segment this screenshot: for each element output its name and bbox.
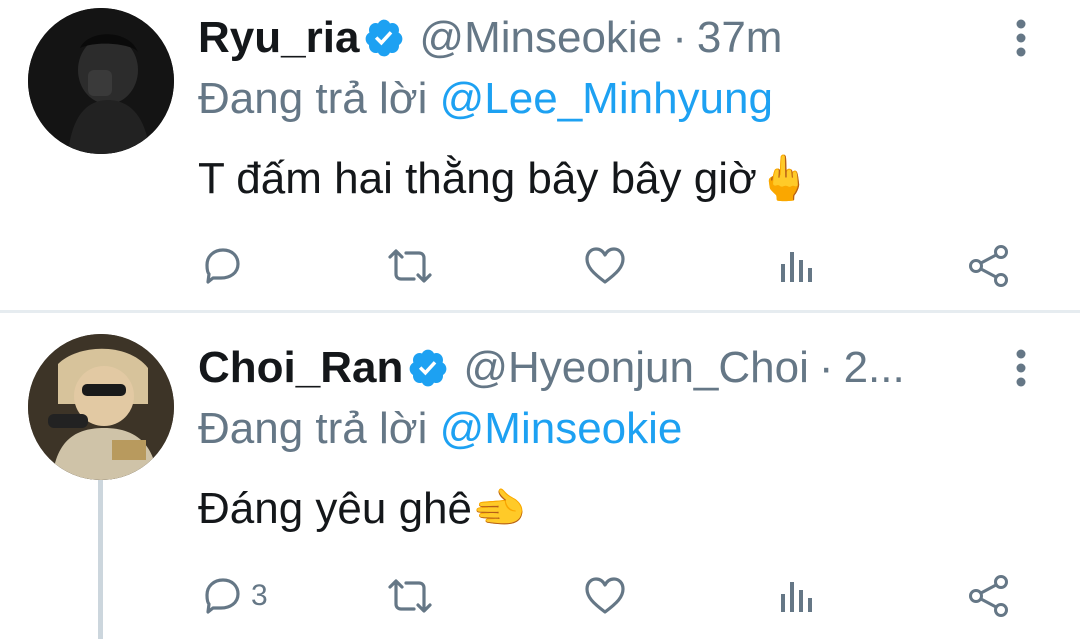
reply-count: 3 <box>251 579 268 612</box>
retweet-button[interactable] <box>386 578 434 614</box>
analytics-icon <box>781 582 812 612</box>
retweet-icon <box>388 249 432 283</box>
like-icon <box>585 577 625 614</box>
tweet-body: Đáng yêu ghê <box>198 484 472 533</box>
share-icon <box>969 575 1008 617</box>
analytics-button[interactable] <box>778 248 814 284</box>
separator-dot: · <box>818 343 834 392</box>
more-vertical-icon[interactable] <box>1010 348 1032 388</box>
tweet-text: T đấm hai thằng bây bây giờ🖕 <box>198 152 812 204</box>
user-handle[interactable]: @Hyeonjun_Choi <box>463 343 809 393</box>
tweet-header: Ryu_ria @Minseokie · 37m <box>198 8 782 68</box>
mention-link[interactable]: @Lee_Minhyung <box>440 74 773 123</box>
avatar[interactable] <box>28 8 174 154</box>
tweet-text: Đáng yêu ghê🫲 <box>198 482 527 534</box>
tweet-body: T đấm hai thằng bây bây giờ <box>198 154 757 203</box>
tweet-2[interactable]: Choi_Ran @Hyeonjun_Choi · 2... Đang trả … <box>0 312 1080 639</box>
like-button[interactable] <box>583 246 627 286</box>
replying-to: Đang trả lời @Minseokie <box>198 404 682 454</box>
like-button[interactable] <box>583 576 627 616</box>
emoji: 🖕 <box>756 154 812 203</box>
verified-badge-icon <box>366 19 403 57</box>
display-name[interactable]: Ryu_ria <box>198 13 359 63</box>
share-button[interactable] <box>968 574 1010 618</box>
reply-icon <box>205 248 240 284</box>
tweet-1[interactable]: Ryu_ria @Minseokie · 37m Đang trả lời @L… <box>0 0 1080 312</box>
analytics-button[interactable] <box>778 578 814 614</box>
retweet-icon <box>388 579 432 613</box>
more-vertical-icon[interactable] <box>1010 18 1032 58</box>
avatar[interactable] <box>28 334 174 480</box>
user-handle[interactable]: @Minseokie <box>419 13 662 63</box>
retweet-button[interactable] <box>386 248 434 284</box>
like-icon <box>585 247 625 284</box>
analytics-icon <box>781 252 812 282</box>
reply-icon <box>205 578 240 614</box>
mention-link[interactable]: @Minseokie <box>440 404 683 453</box>
display-name[interactable]: Choi_Ran <box>198 343 403 393</box>
share-icon <box>969 245 1008 287</box>
replying-to-label: Đang trả lời <box>198 404 428 453</box>
replying-to-label: Đang trả lời <box>198 74 428 123</box>
emoji: 🫲 <box>472 484 527 533</box>
share-button[interactable] <box>968 244 1010 288</box>
separator-dot: · <box>672 13 687 62</box>
timestamp[interactable]: 2... <box>844 343 905 393</box>
tweet-header: Choi_Ran @Hyeonjun_Choi · 2... <box>198 338 905 398</box>
reply-button[interactable]: 3 <box>201 576 268 616</box>
replying-to: Đang trả lời @Lee_Minhyung <box>198 74 773 124</box>
timestamp[interactable]: 37m <box>697 13 783 63</box>
reply-button[interactable] <box>201 246 249 286</box>
verified-badge-icon <box>409 349 447 387</box>
